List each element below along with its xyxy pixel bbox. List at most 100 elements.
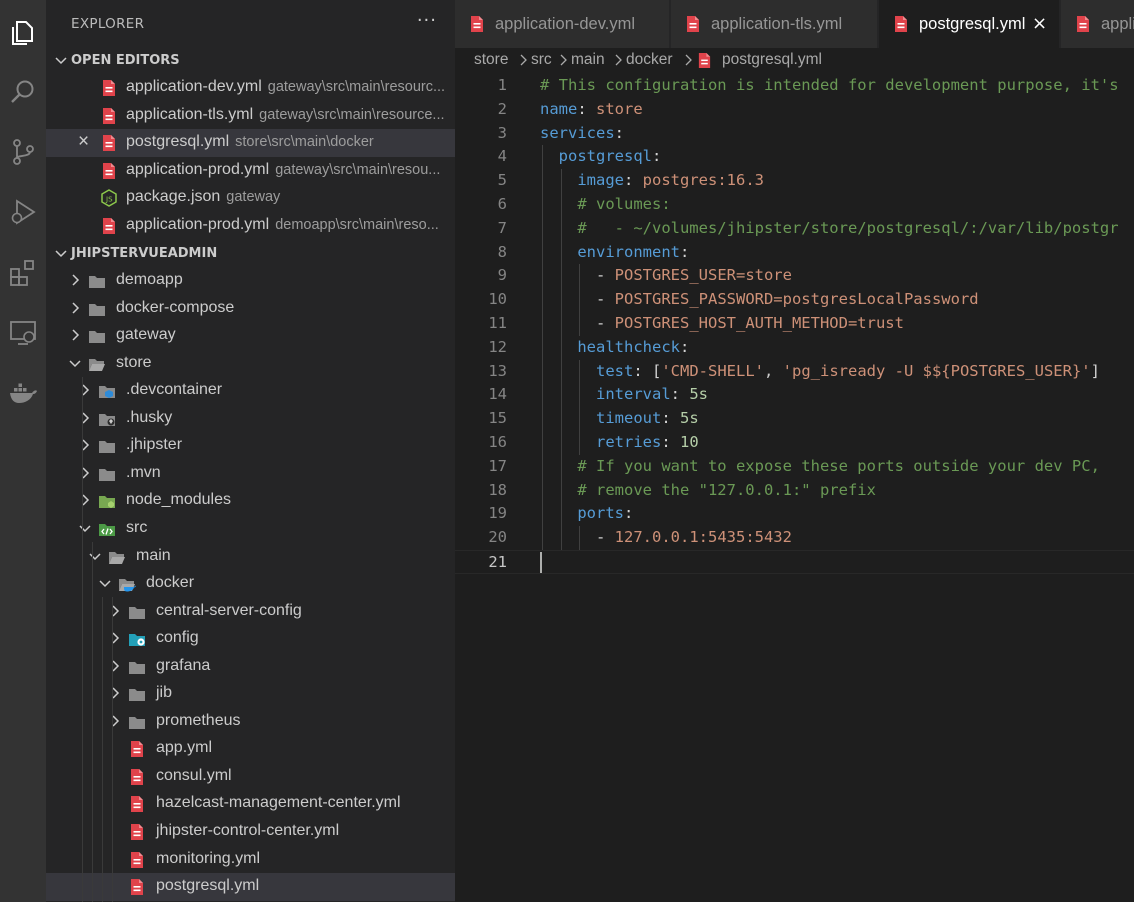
code-line[interactable]: 13 test: ['CMD-SHELL', 'pg_isready -U $$… [455, 360, 1134, 384]
open-editor-item[interactable]: application-dev.yml gateway\src\main\reso… [46, 74, 455, 102]
chevron-right-icon [112, 687, 120, 699]
yaml-file-icon [131, 796, 143, 813]
code-line[interactable]: 17 # If you want to expose these ports o… [455, 455, 1134, 479]
line-text: # If you want to expose these ports outs… [577, 456, 1100, 475]
folder-icon [99, 468, 115, 481]
tree-item[interactable]: jib [46, 680, 455, 708]
tree-item[interactable]: src [46, 515, 455, 543]
code-line[interactable]: 1 # This configuration is intended for de… [455, 74, 1134, 98]
breadcrumb-separator-icon [560, 54, 567, 66]
indent-guide [579, 264, 581, 336]
tree-item[interactable]: config [46, 625, 455, 653]
code-line[interactable]: 18 # remove the "127.0.0.1:" prefix [455, 479, 1134, 503]
line-number: 13 [488, 361, 507, 380]
yaml-file-icon [103, 80, 115, 96]
source-control-icon[interactable] [0, 128, 46, 176]
open-editor-item[interactable]: JS package.json gateway [46, 184, 455, 212]
tree-item[interactable]: hazelcast-management-center.yml [46, 790, 455, 818]
code-line[interactable]: 16 retries: 10 [455, 431, 1134, 455]
code-line[interactable]: 6 # volumes: [455, 193, 1134, 217]
tree-item[interactable]: gateway [46, 322, 455, 350]
tree-item[interactable]: consul.yml [46, 763, 455, 791]
tree-item[interactable]: jhipster-control-center.yml [46, 818, 455, 846]
code-line[interactable]: 12 healthcheck: [455, 336, 1134, 360]
editor-tab[interactable]: postgresql.yml × [879, 0, 1060, 48]
code-line[interactable]: 5 image: postgres:16.3 [455, 169, 1134, 193]
code-line[interactable]: 3 services: [455, 122, 1134, 146]
tree-item[interactable]: .jhipster [46, 432, 455, 460]
chevron-right-icon [82, 439, 90, 451]
open-editor-item[interactable]: application-prod.yml gateway\src\main\res… [46, 157, 455, 185]
code-line[interactable]: 4 postgresql: [455, 145, 1134, 169]
code-line[interactable]: 2 name: store [455, 98, 1134, 122]
open-editor-item[interactable]: × postgresql.yml store\src\main\docker [46, 129, 455, 157]
workspace-section-header[interactable]: JHIPSTERVUEADMIN [46, 241, 455, 267]
code-line[interactable]: 20 - 127.0.0.1:5435:5432 [455, 526, 1134, 550]
breadcrumb-item[interactable]: store [474, 51, 508, 69]
code-line[interactable]: 11 - POSTGRES_HOST_AUTH_METHOD=trust [455, 312, 1134, 336]
file-path: gateway\src\main\resourc... [267, 79, 446, 95]
docker-icon[interactable] [0, 369, 46, 417]
files-icon[interactable] [0, 9, 46, 57]
tree-item[interactable]: node_modules [46, 487, 455, 515]
search-icon[interactable] [0, 68, 46, 116]
tree-item[interactable]: store [46, 350, 455, 378]
tree-item[interactable]: central-server-config [46, 598, 455, 626]
tree-item[interactable]: postgresql.yml [46, 873, 455, 901]
tab-label: postgresql.yml [919, 15, 1026, 33]
remote-explorer-icon[interactable] [0, 309, 46, 357]
breadcrumb-item[interactable]: docker [626, 51, 673, 69]
run-debug-icon[interactable] [0, 188, 46, 236]
line-text: postgresql: [558, 147, 662, 166]
code-line[interactable]: 10 - POSTGRES_PASSWORD=postgresLocalPass… [455, 288, 1134, 312]
tree-item-label: prometheus [156, 711, 241, 729]
editor-tab[interactable]: application-tls.yml [671, 0, 878, 48]
tab-close-icon[interactable]: × [1032, 13, 1047, 34]
code-line[interactable]: 14 interval: 5s [455, 383, 1134, 407]
editor-tab[interactable]: application-dev.yml [455, 0, 670, 48]
breadcrumb-item[interactable]: main [571, 51, 605, 69]
editor-tab[interactable]: appli [1061, 0, 1134, 48]
tree-item-label: docker [146, 574, 195, 592]
code-line[interactable]: 8 environment: [455, 241, 1134, 265]
tree-item[interactable]: app.yml [46, 735, 455, 763]
tree-item[interactable]: prometheus [46, 708, 455, 736]
tab-label: application-dev.yml [495, 15, 636, 33]
tree-item[interactable]: main [46, 543, 455, 571]
file-name: postgresql.yml [126, 133, 230, 150]
line-number: 5 [497, 171, 507, 190]
yaml-file-icon [131, 879, 143, 896]
open-editor-name: application-dev.yml gateway\src\main\reso… [126, 78, 445, 96]
line-number: 17 [488, 456, 507, 475]
line-number: 7 [497, 218, 507, 237]
code-line[interactable]: 7 # - ~/volumes/jhipster/store/postgresq… [455, 217, 1134, 241]
code-line[interactable]: 21 [455, 550, 1134, 574]
tree-item[interactable]: .devcontainer [46, 377, 455, 405]
tree-item[interactable]: .mvn [46, 460, 455, 488]
more-actions-icon[interactable]: ··· [417, 10, 437, 31]
extensions-icon[interactable] [0, 249, 46, 297]
code-line[interactable]: 15 timeout: 5s [455, 407, 1134, 431]
open-editor-item[interactable]: application-tls.yml gateway\src\main\reso… [46, 102, 455, 130]
open-editor-item[interactable]: application-prod.yml demoapp\src\main\res… [46, 212, 455, 240]
line-text: # - ~/volumes/jhipster/store/postgresql/… [577, 218, 1119, 237]
code-line[interactable]: 9 - POSTGRES_USER=store [455, 264, 1134, 288]
code-line[interactable]: 19 ports: [455, 502, 1134, 526]
breadcrumb-item[interactable]: postgresql.yml [722, 51, 822, 69]
tree-item[interactable]: .husky [46, 405, 455, 433]
tree-item[interactable]: monitoring.yml [46, 846, 455, 874]
sidebar-header: EXPLORER ··· [46, 0, 455, 48]
code-editor[interactable]: 1 # This configuration is intended for de… [455, 74, 1134, 902]
breadcrumb-item[interactable]: src [531, 51, 552, 69]
tree-item[interactable]: docker-compose [46, 295, 455, 323]
line-text: interval: 5s [596, 385, 708, 404]
tree-item[interactable]: docker [46, 570, 455, 598]
folder-icon [129, 716, 145, 729]
chevron-right-icon [82, 467, 90, 479]
yaml-file-icon [131, 768, 143, 785]
tree-item[interactable]: demoapp [46, 267, 455, 295]
tree-item[interactable]: grafana [46, 653, 455, 681]
close-editor-icon[interactable]: × [78, 131, 89, 153]
open-editors-section-header[interactable]: OPEN EDITORS [46, 48, 455, 74]
line-text: services: [540, 123, 624, 142]
